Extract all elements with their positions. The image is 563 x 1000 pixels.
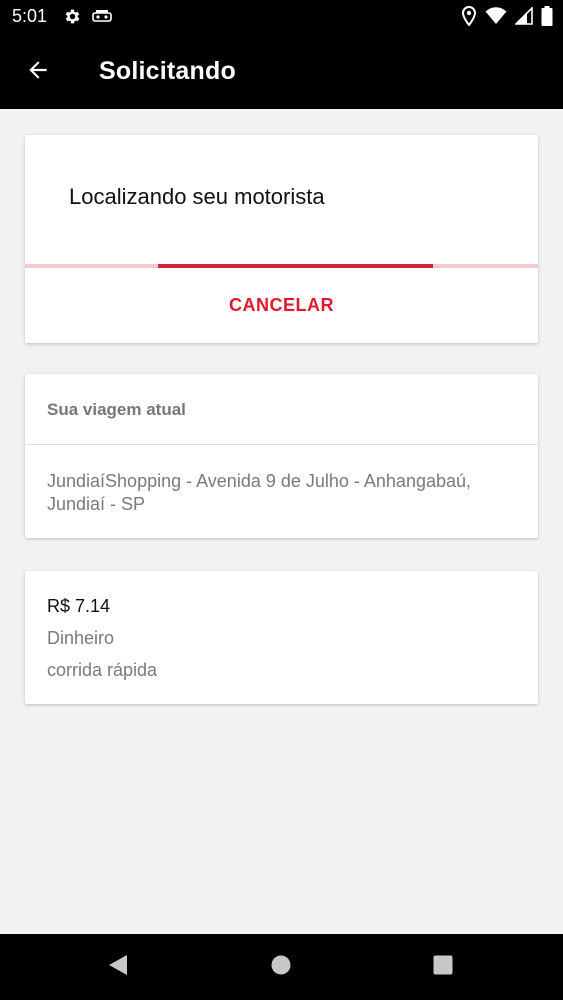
arrow-left-icon (25, 57, 51, 88)
settings-gear-icon (63, 7, 82, 31)
payment-method: Dinheiro (47, 628, 115, 648)
driver-search-card: Localizando seu motorista CANCELAR (25, 135, 538, 343)
ride-type: corrida rápida (47, 660, 158, 680)
back-triangle-icon (107, 953, 129, 982)
current-trip-card: Sua viagem atual JundiaíShopping - Aveni… (25, 374, 538, 538)
app-bar: Solicitando (0, 34, 563, 109)
system-navigation-bar (0, 934, 563, 1000)
trip-header: Sua viagem atual (47, 400, 186, 419)
recents-square-icon (432, 954, 454, 981)
battery-icon (541, 6, 553, 31)
status-left-icons (63, 7, 112, 31)
nav-home-button[interactable] (268, 954, 294, 980)
wifi-icon (485, 7, 507, 30)
location-icon (461, 5, 477, 31)
nav-recents-button[interactable] (430, 954, 456, 980)
status-time: 5:01 (12, 6, 48, 26)
fare-amount: R$ 7.14 (47, 596, 111, 616)
divider (25, 444, 538, 445)
back-button[interactable] (20, 54, 56, 90)
payment-card: R$ 7.14 Dinheiro corrida rápida (25, 571, 538, 704)
cancel-button[interactable]: CANCELAR (25, 268, 538, 343)
search-status-title: Localizando seu motorista (69, 184, 325, 209)
page-title: Solicitando (99, 57, 236, 85)
notification-app-icon (92, 9, 112, 29)
trip-address: JundiaíShopping - Avenida 9 de Julho - A… (47, 471, 472, 514)
status-right-icons (461, 5, 553, 31)
home-circle-icon (270, 954, 292, 981)
signal-icon (514, 6, 533, 30)
nav-back-button[interactable] (105, 954, 131, 980)
status-bar: 5:01 (0, 0, 563, 34)
